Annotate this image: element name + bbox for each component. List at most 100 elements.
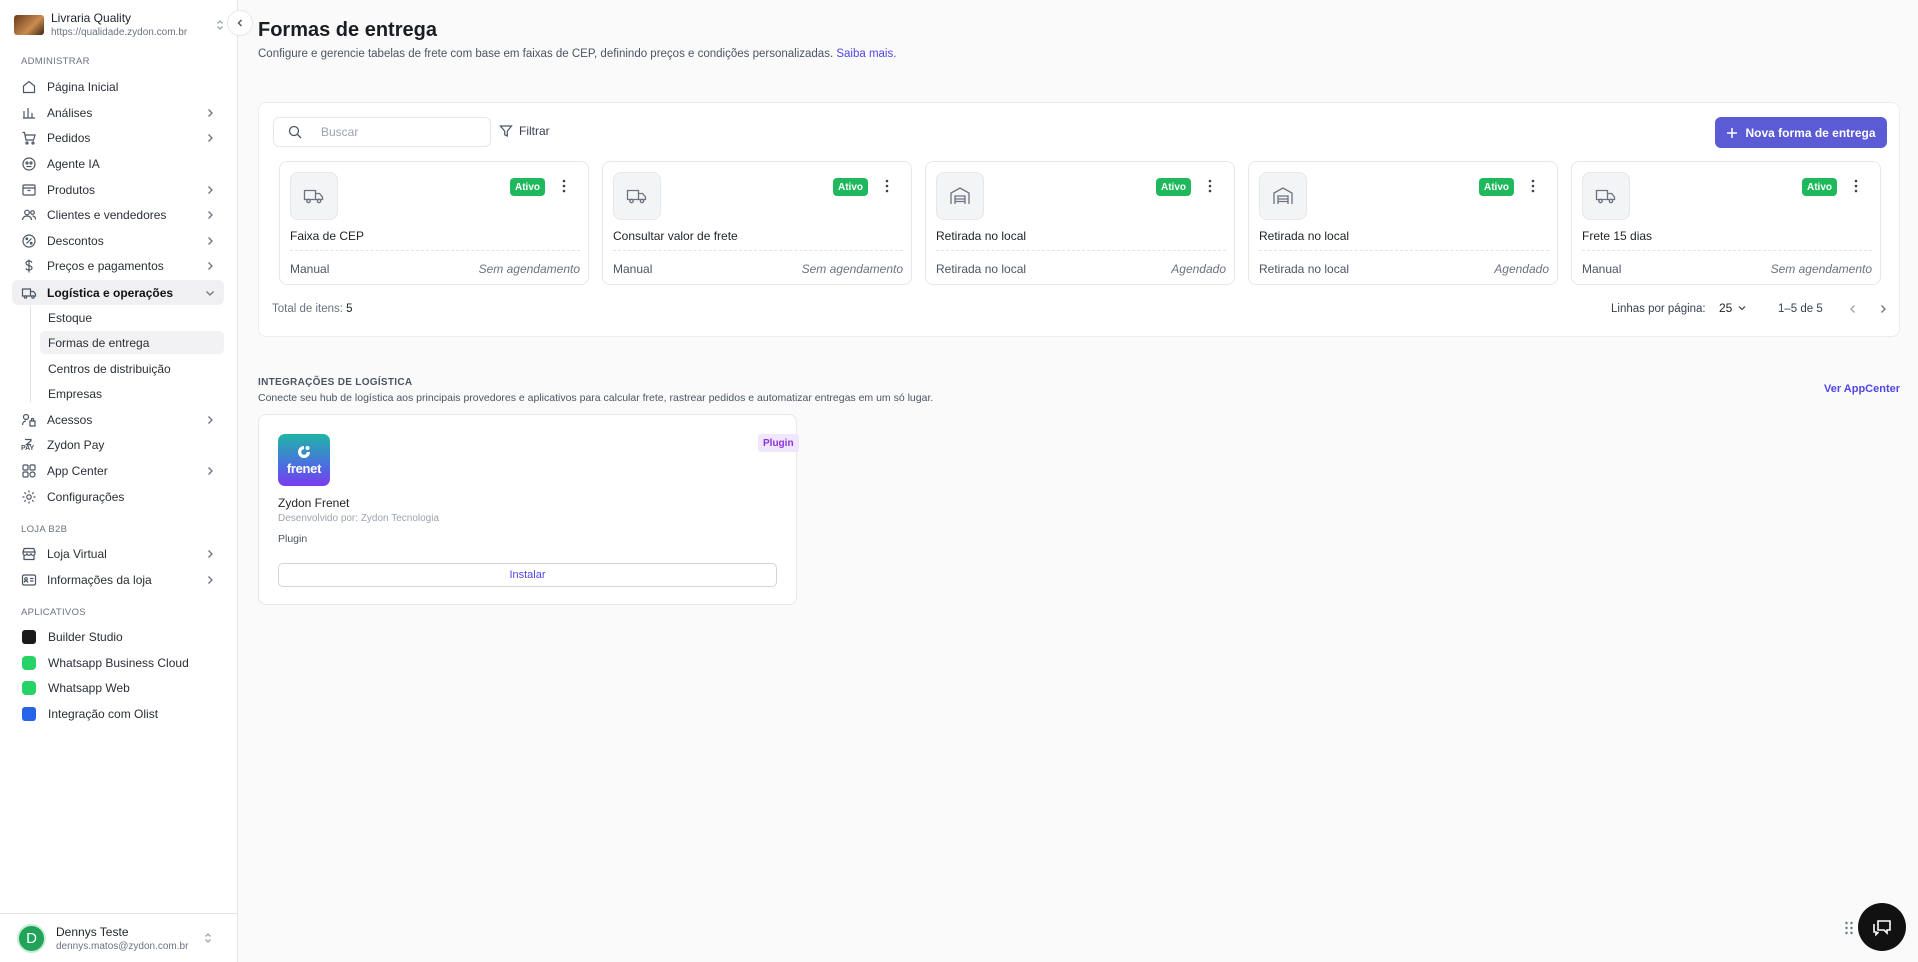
sidebar-item-informacoes[interactable]: Informações da loja — [12, 568, 224, 592]
sidebar-item-label: Acessos — [47, 413, 93, 427]
plugin-name: Zydon Frenet — [278, 496, 350, 510]
filter-button[interactable]: Filtrar — [499, 124, 550, 138]
home-icon — [21, 79, 37, 95]
frenet-logo-icon — [298, 445, 310, 458]
install-button[interactable]: Instalar — [278, 563, 777, 587]
delivery-method-card[interactable]: Ativo Retirada no local Retirada no loca… — [925, 161, 1235, 285]
frenet-logo: frenet — [278, 434, 330, 486]
gear-icon — [21, 489, 37, 505]
sidebar-item-label: Descontos — [47, 234, 104, 248]
sidebar-item-label: App Center — [47, 464, 108, 478]
sidebar-item-label: Zydon Pay — [47, 438, 105, 452]
sidebar-subitem-empresas[interactable]: Empresas — [40, 382, 224, 405]
sidebar-app-whatsapp-business[interactable]: Whatsapp Business Cloud — [12, 651, 224, 675]
pagination-range: 1–5 de 5 — [1778, 303, 1823, 315]
sort-icon — [204, 932, 212, 944]
delivery-method-card[interactable]: Ativo Faixa de CEP Manual Sem agendament… — [279, 161, 589, 285]
sidebar-subitem-estoque[interactable]: Estoque — [40, 306, 224, 329]
card-schedule: Agendado — [1171, 262, 1226, 276]
store-name: Livraria Quality — [51, 11, 132, 25]
sidebar-item-label: Página Inicial — [47, 80, 119, 94]
chevron-right-icon — [204, 184, 216, 196]
sidebar-app-olist[interactable]: Integração com Olist — [12, 702, 224, 726]
chevron-right-icon — [204, 414, 216, 426]
store-url: https://qualidade.zydon.com.br — [51, 27, 188, 38]
whatsapp-icon — [22, 681, 36, 695]
card-divider — [936, 250, 1226, 251]
more-options-icon[interactable] — [1854, 179, 1858, 193]
card-schedule: Sem agendamento — [1770, 262, 1872, 276]
sidebar-item-label: Análises — [47, 106, 93, 120]
collapse-sidebar-button[interactable] — [227, 10, 253, 36]
truck-icon — [290, 172, 338, 220]
more-options-icon[interactable] — [1208, 179, 1212, 193]
status-badge: Ativo — [833, 178, 868, 196]
sidebar-item-descontos[interactable]: Descontos — [12, 229, 224, 253]
delivery-method-card[interactable]: Ativo Frete 15 dias Manual Sem agendamen… — [1571, 161, 1881, 285]
filter-icon — [499, 124, 519, 138]
sidebar-item-label: Whatsapp Web — [48, 681, 130, 695]
sidebar-item-label: Preços e pagamentos — [47, 259, 164, 273]
card-divider — [1259, 250, 1549, 251]
learn-more-link[interactable]: Saiba mais. — [836, 48, 896, 60]
sidebar-item-label: Informações da loja — [47, 573, 152, 587]
sidebar-item-produtos[interactable]: Produtos — [12, 178, 224, 202]
search-box[interactable] — [273, 117, 491, 147]
new-delivery-method-button[interactable]: Nova forma de entrega — [1715, 117, 1887, 148]
filter-label: Filtrar — [519, 124, 550, 138]
warehouse-icon — [1259, 172, 1307, 220]
drag-handle-icon[interactable] — [1844, 920, 1854, 936]
sidebar-item-loja-virtual[interactable]: Loja Virtual — [12, 542, 224, 566]
search-input[interactable] — [321, 125, 471, 139]
chat-button[interactable] — [1858, 903, 1906, 951]
card-name: Faixa de CEP — [290, 229, 365, 243]
sidebar-item-configuracoes[interactable]: Configurações — [12, 485, 224, 509]
sidebar-item-zydon-pay[interactable]: PAY Zydon Pay — [12, 433, 224, 457]
card-type: Retirada no local — [936, 262, 1027, 276]
more-options-icon[interactable] — [1531, 179, 1535, 193]
sidebar-item-clientes[interactable]: Clientes e vendedores — [12, 203, 224, 227]
delivery-methods-panel: Filtrar Nova forma de entrega Ativo Faix… — [258, 102, 1900, 337]
rows-per-page-select[interactable]: 25 — [1719, 301, 1747, 315]
sidebar-app-builder-studio[interactable]: Builder Studio — [12, 625, 224, 649]
sidebar-subitem-formas-de-entrega[interactable]: Formas de entrega — [40, 331, 224, 354]
sidebar-item-agente-ia[interactable]: Agente IA — [12, 152, 224, 176]
sidebar-item-label: Whatsapp Business Cloud — [48, 656, 189, 670]
sidebar-item-app-center[interactable]: App Center — [12, 459, 224, 483]
previous-page-button[interactable] — [1847, 303, 1859, 315]
sidebar-item-analises[interactable]: Análises — [12, 101, 224, 125]
sidebar-item-home[interactable]: Página Inicial — [12, 75, 224, 99]
chevron-left-icon — [237, 19, 242, 27]
sidebar-item-label: Clientes e vendedores — [47, 208, 167, 222]
sidebar-item-logistica[interactable]: Logística e operações — [12, 280, 224, 305]
sidebar-item-precos[interactable]: Preços e pagamentos — [12, 254, 224, 278]
delivery-method-card[interactable]: Ativo Consultar valor de frete Manual Se… — [602, 161, 912, 285]
more-options-icon[interactable] — [562, 179, 566, 193]
sidebar-item-acessos[interactable]: Acessos — [12, 408, 224, 432]
chevron-right-icon — [204, 465, 216, 477]
sidebar-item-pedidos[interactable]: Pedidos — [12, 126, 224, 150]
card-type: Retirada no local — [1259, 262, 1350, 276]
user-name: Dennys Teste — [56, 924, 129, 939]
sidebar-item-label: Loja Virtual — [47, 547, 107, 561]
view-appcenter-link[interactable]: Ver AppCenter — [1824, 383, 1900, 395]
page-title: Formas de entrega — [258, 19, 437, 41]
status-badge: Ativo — [1156, 178, 1191, 196]
rows-per-page-label: Linhas por página: — [1611, 303, 1706, 315]
next-page-button[interactable] — [1877, 303, 1889, 315]
robot-icon — [21, 156, 37, 172]
plugin-type: Plugin — [278, 533, 308, 545]
sidebar-app-whatsapp-web[interactable]: Whatsapp Web — [12, 676, 224, 700]
user-menu[interactable]: D Dennys Teste dennys.matos@zydon.com.br — [0, 913, 238, 962]
cart-icon — [21, 130, 37, 146]
card-divider — [1582, 250, 1872, 251]
info-card-icon — [21, 572, 37, 588]
store-switcher[interactable]: Livraria Quality https://qualidade.zydon… — [14, 9, 224, 41]
truck-icon — [21, 285, 37, 301]
chevron-left-icon — [1850, 305, 1855, 313]
more-options-icon[interactable] — [885, 179, 889, 193]
card-name: Consultar valor de frete — [613, 229, 738, 243]
sidebar-subitem-centros[interactable]: Centros de distribuição — [40, 357, 224, 380]
delivery-method-card[interactable]: Ativo Retirada no local Retirada no loca… — [1248, 161, 1558, 285]
chevron-right-icon — [204, 235, 216, 247]
